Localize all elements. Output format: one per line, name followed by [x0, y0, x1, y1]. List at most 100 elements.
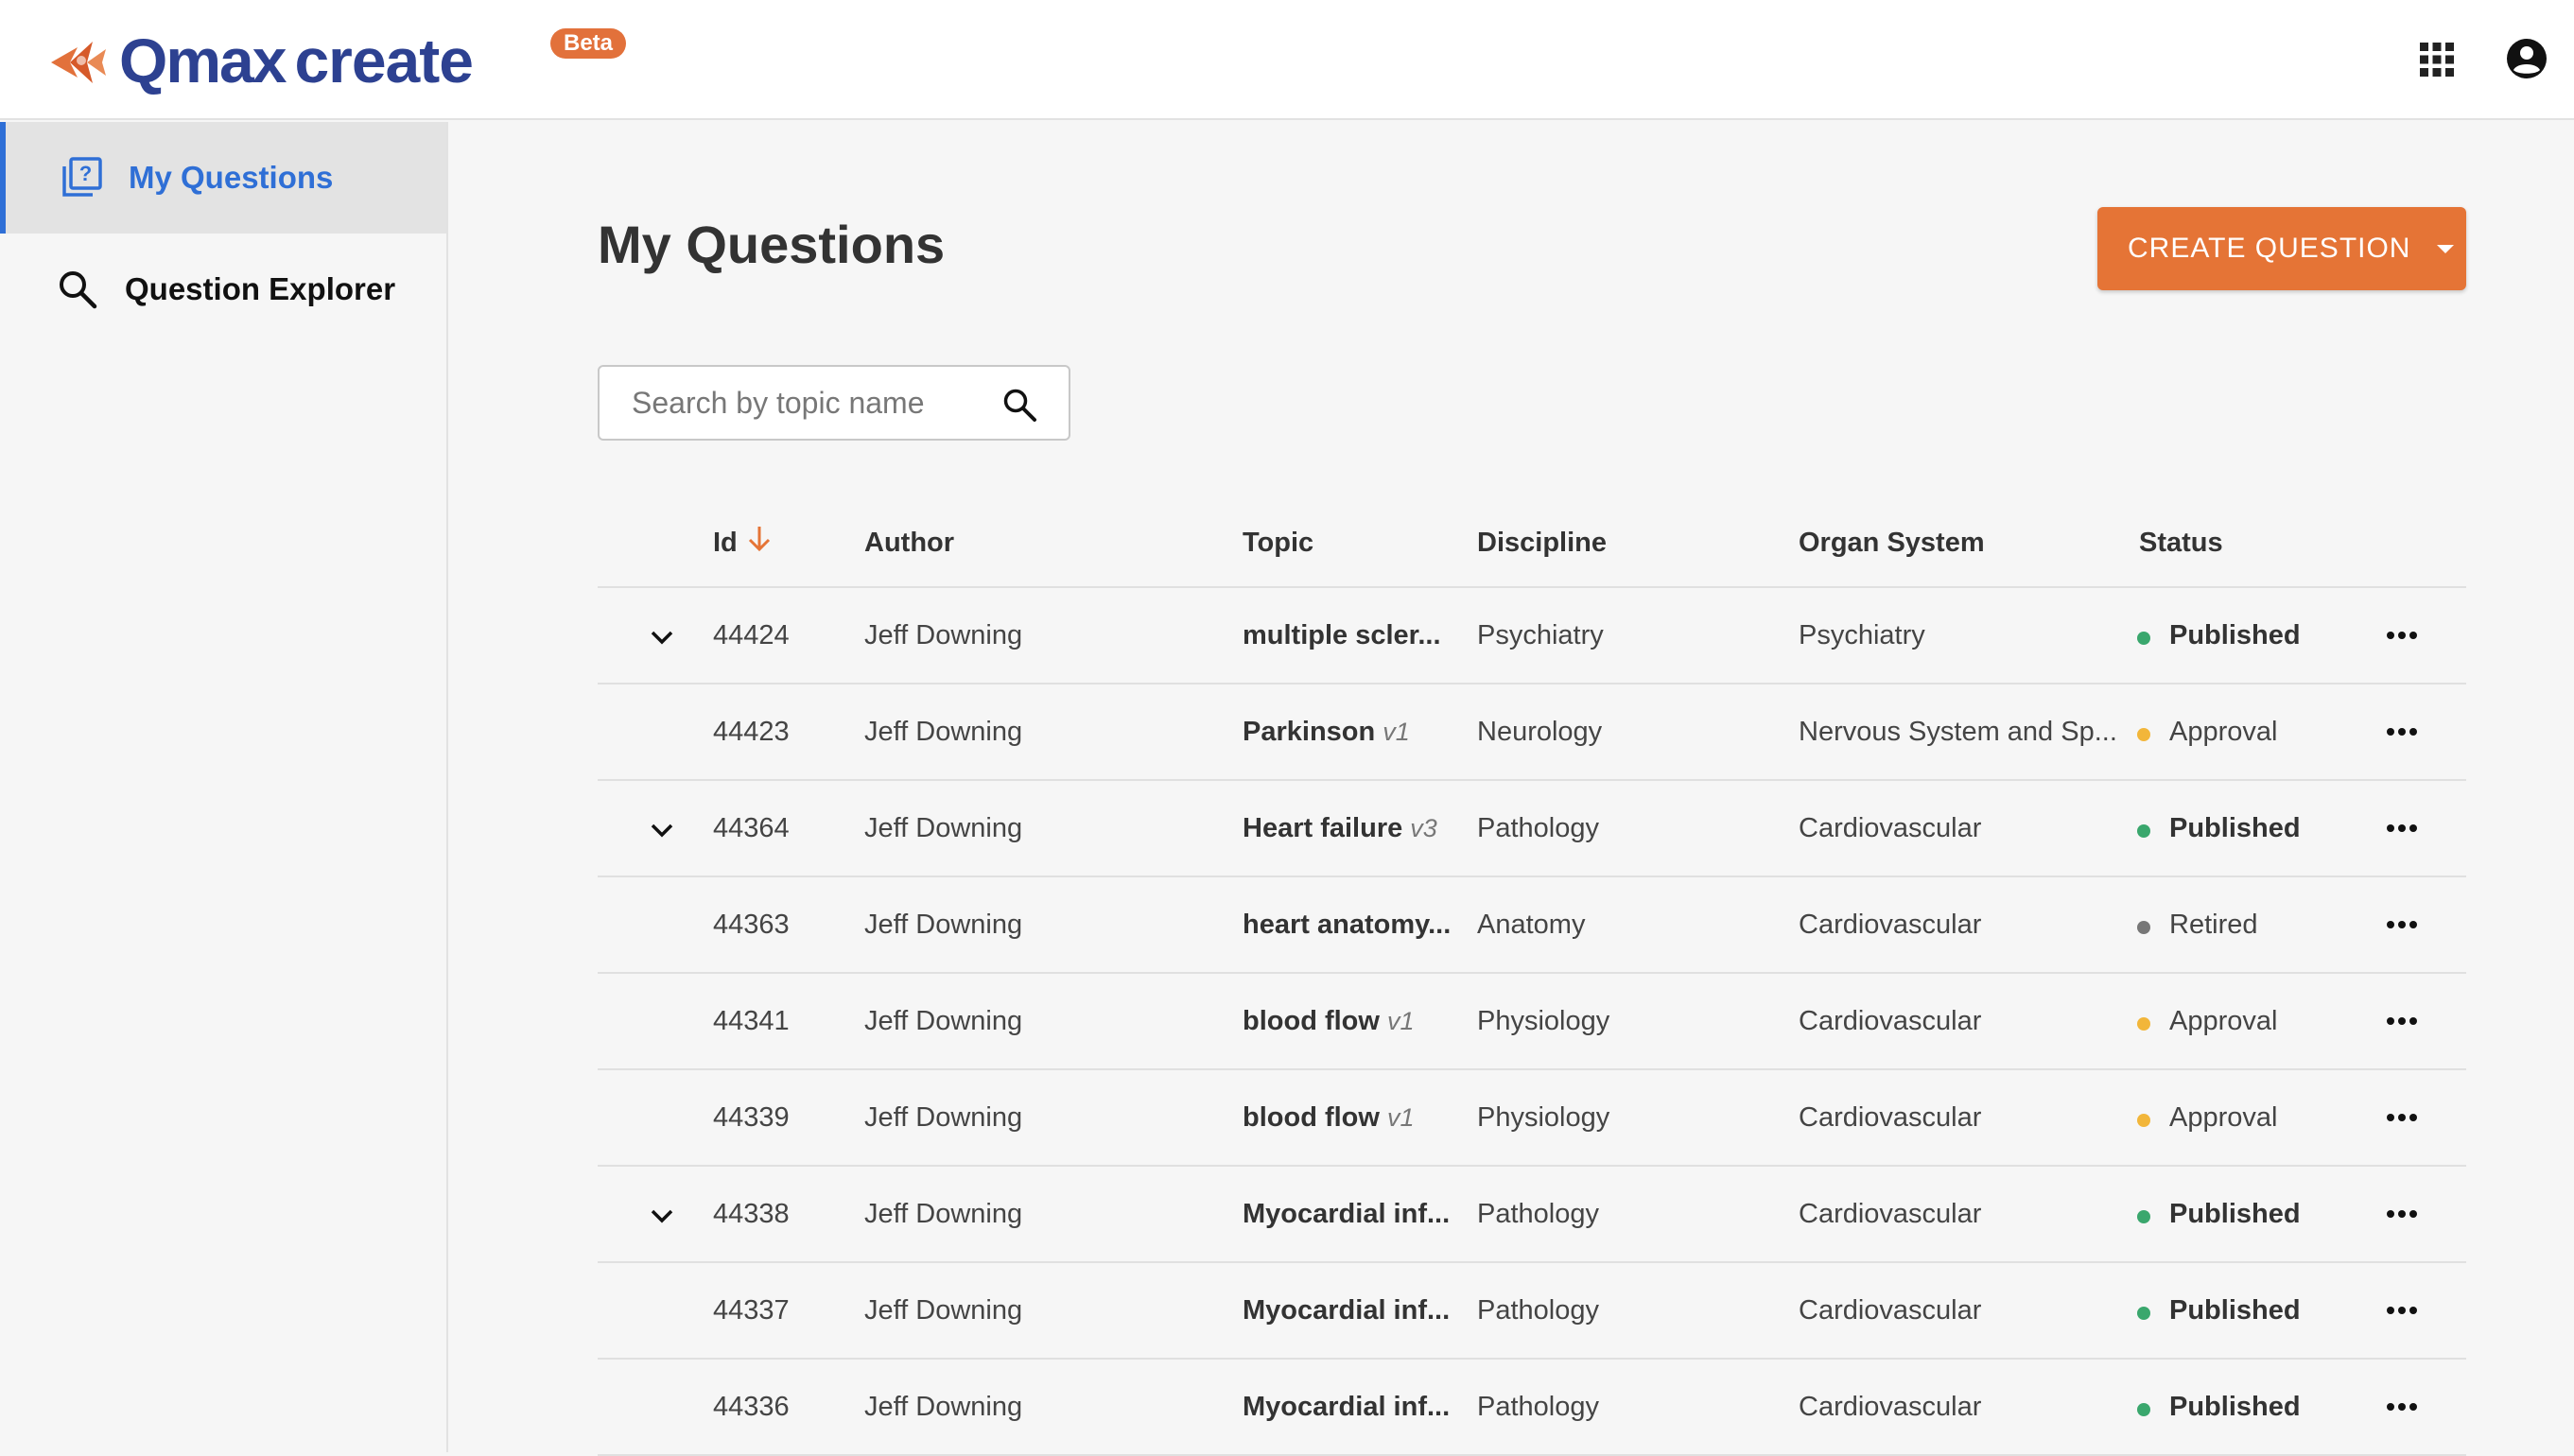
cell-discipline: Pathology — [1477, 813, 1599, 843]
cell-discipline: Physiology — [1477, 1102, 1610, 1133]
cell-author: Jeff Downing — [864, 717, 1023, 747]
cell-topic[interactable]: heart anatomy... — [1243, 910, 1451, 941]
column-header-discipline[interactable]: Discipline — [1477, 528, 1607, 559]
cell-topic[interactable]: multiple scler... — [1243, 620, 1441, 651]
status-badge: Retired — [2169, 910, 2258, 940]
search-input[interactable] — [632, 384, 991, 422]
caret-down-icon[interactable] — [2437, 244, 2455, 253]
cell-author: Jeff Downing — [864, 1102, 1023, 1133]
topic-name: Myocardial inf... — [1243, 1295, 1451, 1326]
more-horizontal-icon[interactable] — [2383, 817, 2421, 840]
more-horizontal-icon[interactable] — [2383, 720, 2421, 743]
table-row[interactable]: 44338 Jeff Downing Myocardial inf... Pathol… — [598, 1167, 2466, 1263]
cell-organ-system: Cardiovascular — [1799, 1199, 1982, 1229]
account-circle-icon[interactable] — [2506, 38, 2548, 79]
cell-id: 44364 — [713, 813, 790, 843]
table-row[interactable]: 44337 Jeff Downing Myocardial inf... Pathol… — [598, 1263, 2466, 1360]
sidebar-item-label: My Questions — [129, 160, 334, 195]
table-row[interactable]: 44363 Jeff Downing heart anatomy... Anatomy… — [598, 877, 2466, 974]
table-row[interactable]: 44339 Jeff Downing blood flow v1 Physiology C… — [598, 1070, 2466, 1167]
more-horizontal-icon[interactable] — [2383, 1010, 2421, 1032]
question-library-icon: ? — [62, 157, 102, 197]
more-horizontal-icon[interactable] — [2383, 1395, 2421, 1418]
column-header-status[interactable]: Status — [2139, 528, 2223, 559]
table-row[interactable]: 44423 Jeff Downing Parkinson v1 Neurology Ner… — [598, 685, 2466, 781]
topic-name: Myocardial inf... — [1243, 1199, 1451, 1229]
cell-id: 44337 — [713, 1295, 790, 1326]
cell-organ-system: Psychiatry — [1799, 620, 1925, 650]
topic-name: Heart failure — [1243, 813, 1403, 843]
create-question-button[interactable]: CREATE QUESTION — [2097, 207, 2466, 290]
sort-descending-arrow-icon[interactable] — [745, 524, 774, 554]
cell-topic[interactable]: Myocardial inf... — [1243, 1199, 1450, 1230]
status-dot — [2137, 1403, 2150, 1416]
version-label: v1 — [1386, 1007, 1415, 1035]
table-body: 44424 Jeff Downing multiple scler... Psychi… — [598, 588, 2466, 1456]
column-header-author[interactable]: Author — [864, 528, 954, 559]
more-horizontal-icon[interactable] — [2383, 1203, 2421, 1225]
cell-discipline: Psychiatry — [1477, 620, 1604, 650]
cell-topic[interactable]: blood flow v1 — [1243, 1102, 1415, 1134]
more-horizontal-icon[interactable] — [2383, 913, 2421, 936]
cell-id: 44339 — [713, 1102, 790, 1133]
cell-topic[interactable]: blood flow v1 — [1243, 1006, 1415, 1037]
cell-author: Jeff Downing — [864, 1006, 1023, 1036]
column-header-organ-system[interactable]: Organ System — [1799, 528, 1985, 559]
cell-id: 44336 — [713, 1392, 790, 1422]
more-horizontal-icon[interactable] — [2383, 624, 2421, 647]
version-label: v3 — [1410, 814, 1437, 842]
sidebar: ? My Questions Question Explorer — [0, 122, 448, 1452]
logo-text-qmax: Qmax — [119, 26, 287, 95]
grid-apps-icon[interactable] — [2419, 42, 2455, 78]
table-row[interactable]: 44424 Jeff Downing multiple scler... Psychi… — [598, 588, 2466, 685]
cell-topic[interactable]: Myocardial inf... — [1243, 1295, 1450, 1326]
version-label: v1 — [1383, 718, 1410, 746]
search-icon[interactable] — [1000, 386, 1038, 424]
cell-organ-system: Nervous System and Sp... — [1799, 717, 2117, 747]
column-header-id[interactable]: Id — [713, 528, 738, 559]
table-row[interactable]: 44336 Jeff Downing Myocardial inf... Pathol… — [598, 1360, 2466, 1456]
cell-discipline: Neurology — [1477, 717, 1603, 747]
page-title: My Questions — [598, 215, 946, 274]
status-dot — [2137, 728, 2150, 741]
chevron-down-icon[interactable] — [645, 813, 679, 847]
app-header: Qmax create Beta — [0, 0, 2574, 120]
cell-discipline: Anatomy — [1477, 910, 1586, 940]
sidebar-item-my-questions[interactable]: ? My Questions — [0, 122, 446, 234]
more-horizontal-icon[interactable] — [2383, 1299, 2421, 1322]
chevron-down-icon[interactable] — [645, 1199, 679, 1233]
status-badge: Approval — [2169, 717, 2278, 747]
table-row[interactable]: 44341 Jeff Downing blood flow v1 Physiology C… — [598, 974, 2466, 1070]
status-dot — [2137, 1210, 2150, 1223]
status-dot — [2137, 1017, 2150, 1031]
cell-id: 44424 — [713, 620, 790, 650]
more-horizontal-icon[interactable] — [2383, 1106, 2421, 1129]
qmax-create-logo[interactable]: Qmax create Beta — [49, 26, 627, 95]
topic-name: blood flow — [1243, 1102, 1380, 1133]
cell-discipline: Pathology — [1477, 1392, 1599, 1422]
table-row[interactable]: 44364 Jeff Downing Heart failure v3 Patholog… — [598, 781, 2466, 877]
cell-id: 44341 — [713, 1006, 790, 1036]
status-badge: Published — [2169, 1295, 2301, 1326]
search-box — [598, 365, 1070, 441]
cell-author: Jeff Downing — [864, 620, 1023, 650]
chevron-down-icon[interactable] — [645, 620, 679, 654]
cell-author: Jeff Downing — [864, 1295, 1023, 1326]
status-badge: Approval — [2169, 1102, 2278, 1133]
status-badge: Published — [2169, 1392, 2301, 1422]
sidebar-item-question-explorer[interactable]: Question Explorer — [0, 234, 446, 345]
cell-topic[interactable]: Parkinson v1 — [1243, 717, 1410, 748]
logo-mark-icon — [51, 42, 106, 83]
cell-author: Jeff Downing — [864, 1199, 1023, 1229]
cell-topic[interactable]: Myocardial inf... — [1243, 1392, 1450, 1423]
cell-id: 44363 — [713, 910, 790, 940]
cell-organ-system: Cardiovascular — [1799, 1006, 1982, 1036]
status-dot — [2137, 1307, 2150, 1320]
logo-text-create: create — [294, 26, 473, 95]
cell-topic[interactable]: Heart failure v3 — [1243, 813, 1437, 844]
status-dot — [2137, 824, 2150, 838]
column-header-topic[interactable]: Topic — [1243, 528, 1313, 559]
beta-badge: Beta — [550, 28, 627, 59]
cell-discipline: Pathology — [1477, 1295, 1599, 1326]
status-badge: Approval — [2169, 1006, 2278, 1036]
